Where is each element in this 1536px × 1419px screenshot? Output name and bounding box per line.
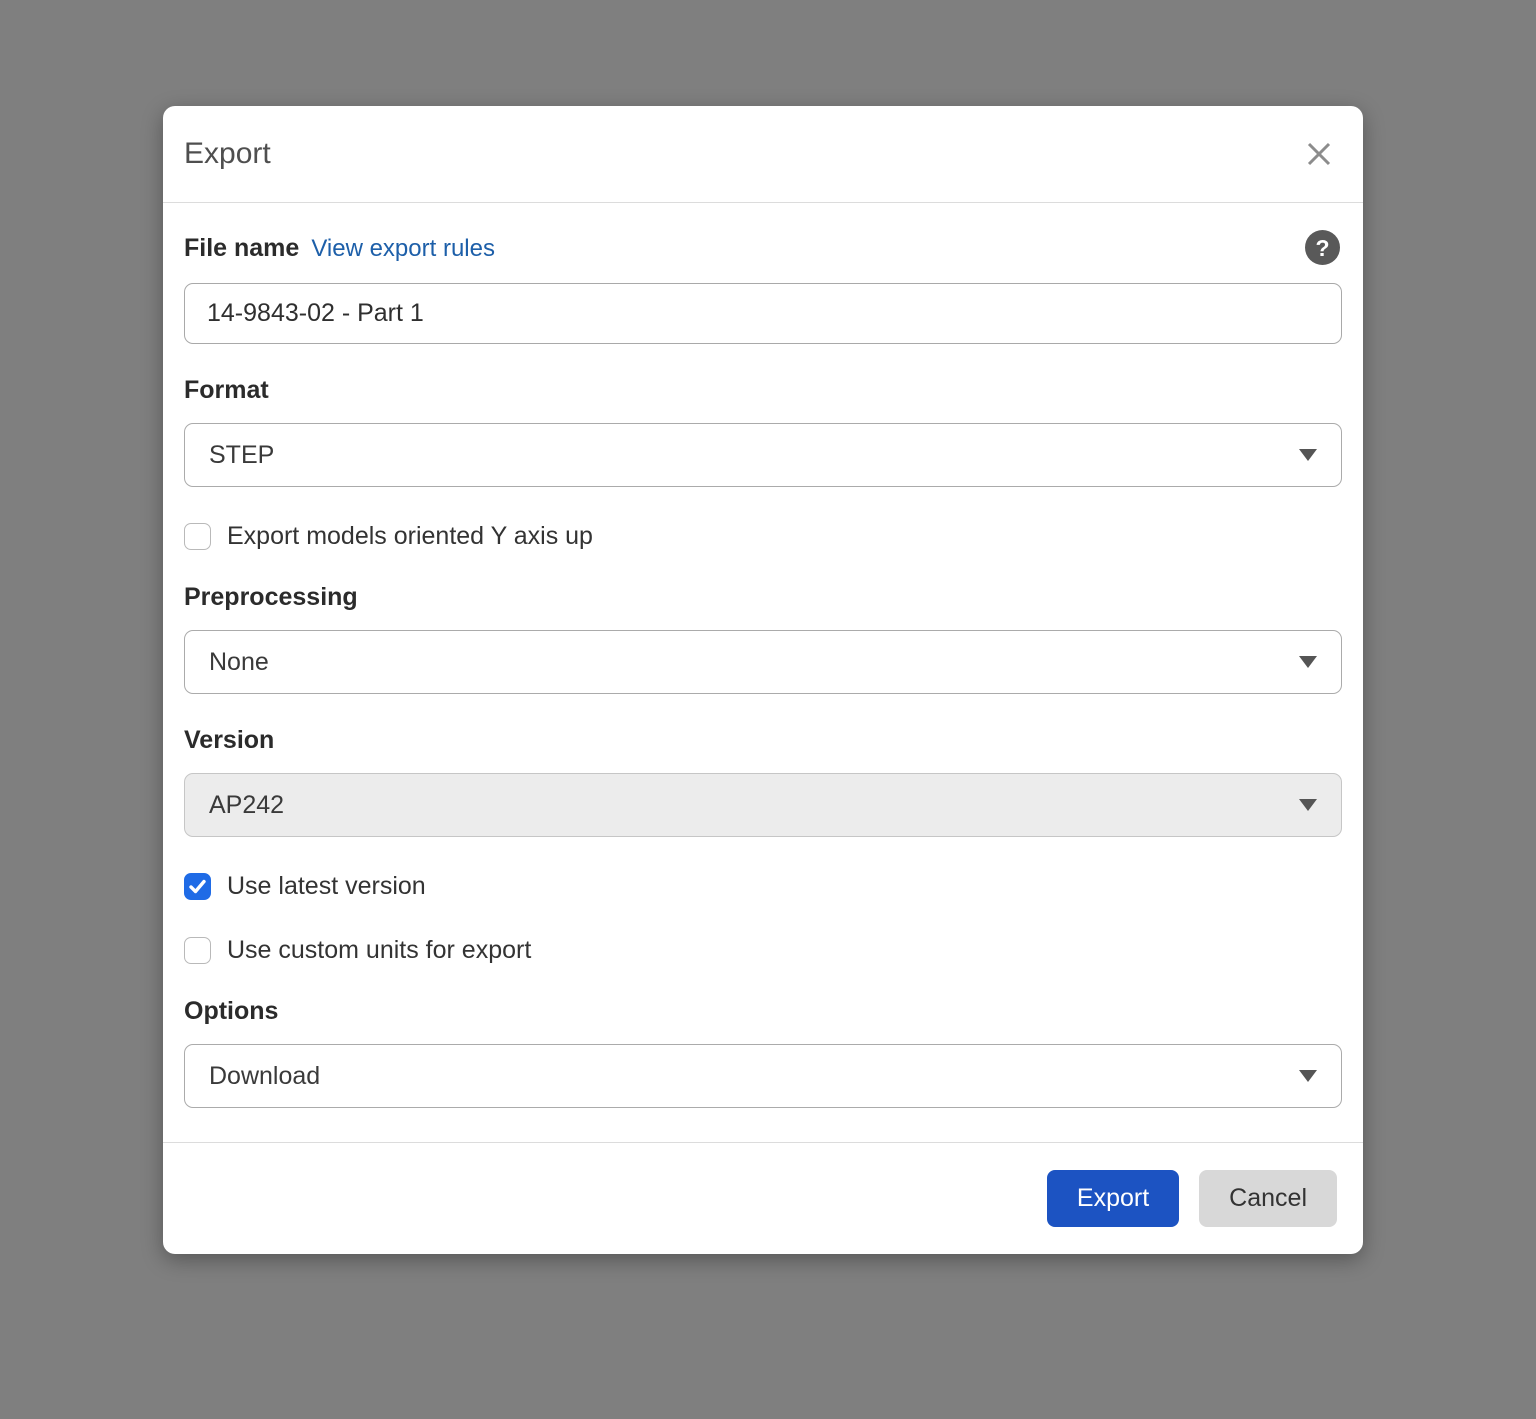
dialog-header: Export	[163, 106, 1363, 203]
filename-label: File name	[184, 233, 299, 263]
use-latest-version-checkbox[interactable]	[184, 873, 211, 900]
chevron-down-icon	[1299, 799, 1317, 811]
checkmark-icon	[188, 877, 207, 896]
export-dialog: Export File name View export rules ? For…	[163, 106, 1363, 1254]
dialog-body: File name View export rules ? Format STE…	[163, 203, 1363, 1142]
preprocessing-select-value: None	[209, 648, 269, 677]
format-label: Format	[184, 375, 1342, 405]
view-export-rules-link[interactable]: View export rules	[311, 234, 495, 264]
dialog-title: Export	[184, 137, 271, 171]
close-icon	[1304, 139, 1334, 169]
use-latest-version-checkbox-row[interactable]: Use latest version	[184, 871, 1342, 901]
help-icon[interactable]: ?	[1305, 230, 1340, 265]
options-select[interactable]: Download	[184, 1044, 1342, 1108]
version-select: AP242	[184, 773, 1342, 837]
chevron-down-icon	[1299, 656, 1317, 668]
cancel-button[interactable]: Cancel	[1199, 1170, 1337, 1227]
custom-units-checkbox[interactable]	[184, 937, 211, 964]
preprocessing-select[interactable]: None	[184, 630, 1342, 694]
format-select[interactable]: STEP	[184, 423, 1342, 487]
dialog-footer: Export Cancel	[163, 1142, 1363, 1254]
options-label: Options	[184, 996, 1342, 1026]
export-button[interactable]: Export	[1047, 1170, 1179, 1227]
custom-units-checkbox-row[interactable]: Use custom units for export	[184, 935, 1342, 965]
custom-units-label: Use custom units for export	[227, 935, 531, 965]
version-label: Version	[184, 725, 1342, 755]
use-latest-version-label: Use latest version	[227, 871, 426, 901]
format-select-value: STEP	[209, 441, 274, 470]
filename-input[interactable]	[184, 283, 1342, 344]
version-select-value: AP242	[209, 791, 284, 820]
close-button[interactable]	[1301, 136, 1337, 172]
orient-y-axis-label: Export models oriented Y axis up	[227, 521, 593, 551]
options-select-value: Download	[209, 1062, 320, 1091]
orient-y-axis-checkbox-row[interactable]: Export models oriented Y axis up	[184, 521, 1342, 551]
orient-y-axis-checkbox[interactable]	[184, 523, 211, 550]
chevron-down-icon	[1299, 449, 1317, 461]
preprocessing-label: Preprocessing	[184, 582, 1342, 612]
chevron-down-icon	[1299, 1070, 1317, 1082]
filename-label-row: File name View export rules ?	[184, 233, 1342, 264]
